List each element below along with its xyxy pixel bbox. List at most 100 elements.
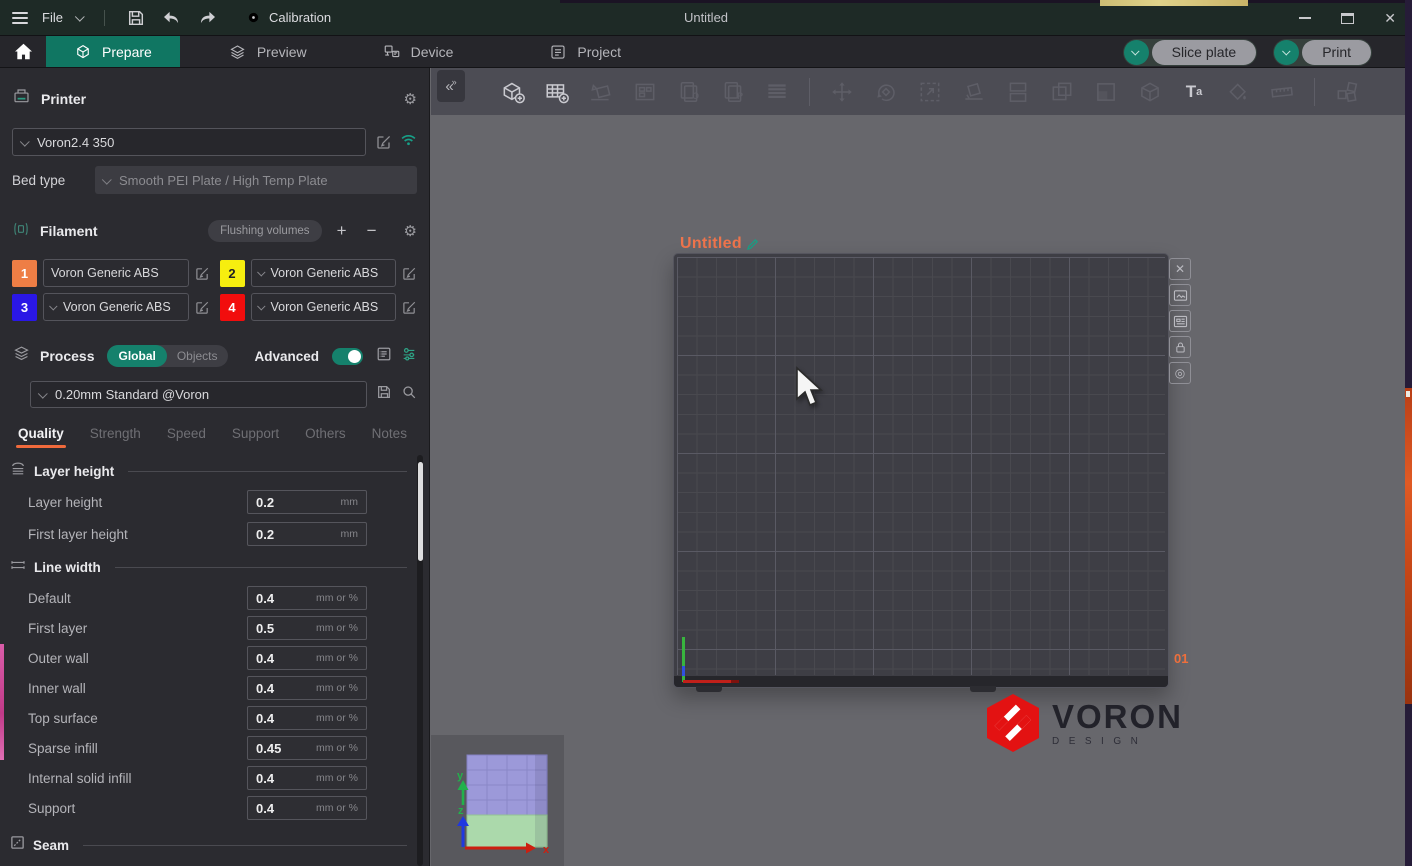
printer-edit-icon[interactable] [376, 134, 392, 150]
tab-prepare[interactable]: Prepare [46, 36, 180, 67]
printer-select[interactable]: Voron2.4 350 [12, 128, 366, 156]
sidebar-collapse-button[interactable]: «» [437, 70, 465, 102]
plate-settings-button[interactable] [1169, 310, 1191, 332]
plate-tab [696, 686, 722, 692]
scope-global-button[interactable]: Global [107, 345, 166, 367]
bed-type-select[interactable]: Smooth PEI Plate / High Temp Plate [95, 166, 417, 194]
param-input[interactable]: 0.4mm or % [247, 796, 367, 820]
text-tool-icon[interactable]: Ta [1176, 73, 1212, 111]
undo-button[interactable] [161, 7, 183, 29]
param-input[interactable]: 0.4mm or % [247, 706, 367, 730]
filament-gear-icon[interactable]: ⚙ [404, 222, 417, 240]
save-button[interactable] [125, 7, 147, 29]
param-label: Default [28, 591, 247, 606]
move-icon[interactable] [824, 73, 860, 111]
plate-x-axis [683, 680, 739, 683]
filament-color-badge[interactable]: 1 [12, 260, 37, 287]
filament-edit-icon[interactable] [195, 266, 210, 281]
slice-plate-button[interactable]: Slice plate [1123, 39, 1258, 66]
filament-edit-icon[interactable] [195, 300, 210, 315]
slice-dropdown-icon[interactable] [1124, 40, 1149, 65]
filament-section-title: Filament [40, 223, 98, 239]
plate-more-settings-button[interactable]: ◎ [1169, 362, 1191, 384]
height-range-icon[interactable] [1088, 73, 1124, 111]
filament-select[interactable]: Voron Generic ABS [43, 293, 189, 321]
tune-settings-icon[interactable] [401, 346, 417, 367]
add-filament-button[interactable]: + [332, 221, 352, 241]
tab-project[interactable]: Project [521, 36, 649, 67]
rotate-icon[interactable] [868, 73, 904, 111]
param-input[interactable]: 0.45mm or % [247, 736, 367, 760]
filament-select[interactable]: Voron Generic ABS [43, 259, 189, 287]
variable-layer-icon[interactable] [759, 73, 795, 111]
plate-name[interactable]: Untitled [680, 235, 759, 253]
print-button[interactable]: Print [1273, 39, 1372, 66]
sidebar-scrollbar-thumb[interactable] [418, 462, 423, 561]
param-input[interactable]: 0.4mm or % [247, 586, 367, 610]
process-preset-select[interactable]: 0.20mm Standard @Voron [30, 381, 367, 408]
calibration-button[interactable]: Calibration [245, 9, 331, 26]
tab-quality[interactable]: Quality [18, 426, 64, 448]
menu-icon[interactable] [12, 12, 28, 24]
wifi-icon[interactable] [400, 133, 417, 151]
color-paint-icon[interactable] [1220, 73, 1256, 111]
parameter-list-icon[interactable] [376, 346, 392, 367]
measure-icon[interactable] [1264, 73, 1300, 111]
tab-strength[interactable]: Strength [90, 426, 141, 448]
build-plate[interactable]: VORON DESIGN [673, 253, 1169, 688]
auto-orient-plate-button[interactable] [1169, 284, 1191, 306]
tab-device[interactable]: Device [355, 36, 482, 67]
filament-edit-icon[interactable] [402, 300, 417, 315]
param-input[interactable]: 0.2 mm [247, 490, 367, 514]
paste-icon[interactable]: P [715, 73, 751, 111]
search-preset-icon[interactable] [401, 384, 417, 405]
scale-icon[interactable] [912, 73, 948, 111]
filament-color-badge[interactable]: 2 [220, 260, 245, 287]
advanced-toggle[interactable] [332, 348, 363, 365]
param-input[interactable]: 0.4mm or % [247, 766, 367, 790]
param-input[interactable]: 0.5mm or % [247, 616, 367, 640]
tab-others[interactable]: Others [305, 426, 346, 448]
remove-filament-button[interactable]: − [362, 221, 382, 241]
home-button[interactable] [0, 36, 46, 67]
auto-orient-icon[interactable] [583, 73, 619, 111]
copy-icon[interactable]: O [671, 73, 707, 111]
add-plate-icon[interactable] [539, 73, 575, 111]
delete-plate-objects-button[interactable]: ✕ [1169, 258, 1191, 280]
3d-viewport[interactable]: «» O P [431, 68, 1412, 866]
param-input[interactable]: 0.2 mm [247, 522, 367, 546]
minimize-button[interactable] [1299, 17, 1311, 19]
filament-color-badge[interactable]: 3 [12, 294, 37, 321]
mesh-boolean-icon[interactable] [1132, 73, 1168, 111]
close-button[interactable]: ✕ [1384, 11, 1396, 25]
desktop-edge-top [560, 0, 1412, 3]
printer-gear-icon[interactable]: ⚙ [404, 90, 417, 108]
assembly-view-icon[interactable] [1329, 73, 1365, 111]
add-object-icon[interactable] [495, 73, 531, 111]
split-objects-icon[interactable] [1000, 73, 1036, 111]
split-parts-icon[interactable] [1044, 73, 1080, 111]
tab-preview[interactable]: Preview [200, 36, 335, 67]
arrange-icon[interactable] [627, 73, 663, 111]
file-menu[interactable]: File [42, 10, 63, 25]
flushing-volumes-button[interactable]: Flushing volumes [208, 220, 321, 242]
tab-notes[interactable]: Notes [372, 426, 407, 448]
desktop-edge-highlight [1406, 391, 1410, 397]
filament-select[interactable]: Voron Generic ABS [251, 259, 397, 287]
scope-objects-button[interactable]: Objects [167, 349, 228, 363]
tab-speed[interactable]: Speed [167, 426, 206, 448]
filament-edit-icon[interactable] [402, 266, 417, 281]
maximize-button[interactable] [1341, 13, 1354, 24]
orientation-gizmo[interactable]: y z x [431, 735, 564, 866]
redo-button[interactable] [197, 7, 219, 29]
chevron-down-icon[interactable] [75, 12, 85, 22]
tab-support[interactable]: Support [232, 426, 279, 448]
param-input[interactable]: 0.4mm or % [247, 646, 367, 670]
save-preset-icon[interactable] [376, 384, 392, 405]
param-input[interactable]: 0.4mm or % [247, 676, 367, 700]
filament-select[interactable]: Voron Generic ABS [251, 293, 397, 321]
lock-plate-button[interactable] [1169, 336, 1191, 358]
print-dropdown-icon[interactable] [1274, 40, 1299, 65]
filament-color-badge[interactable]: 4 [220, 294, 245, 321]
lay-on-face-icon[interactable] [956, 73, 992, 111]
